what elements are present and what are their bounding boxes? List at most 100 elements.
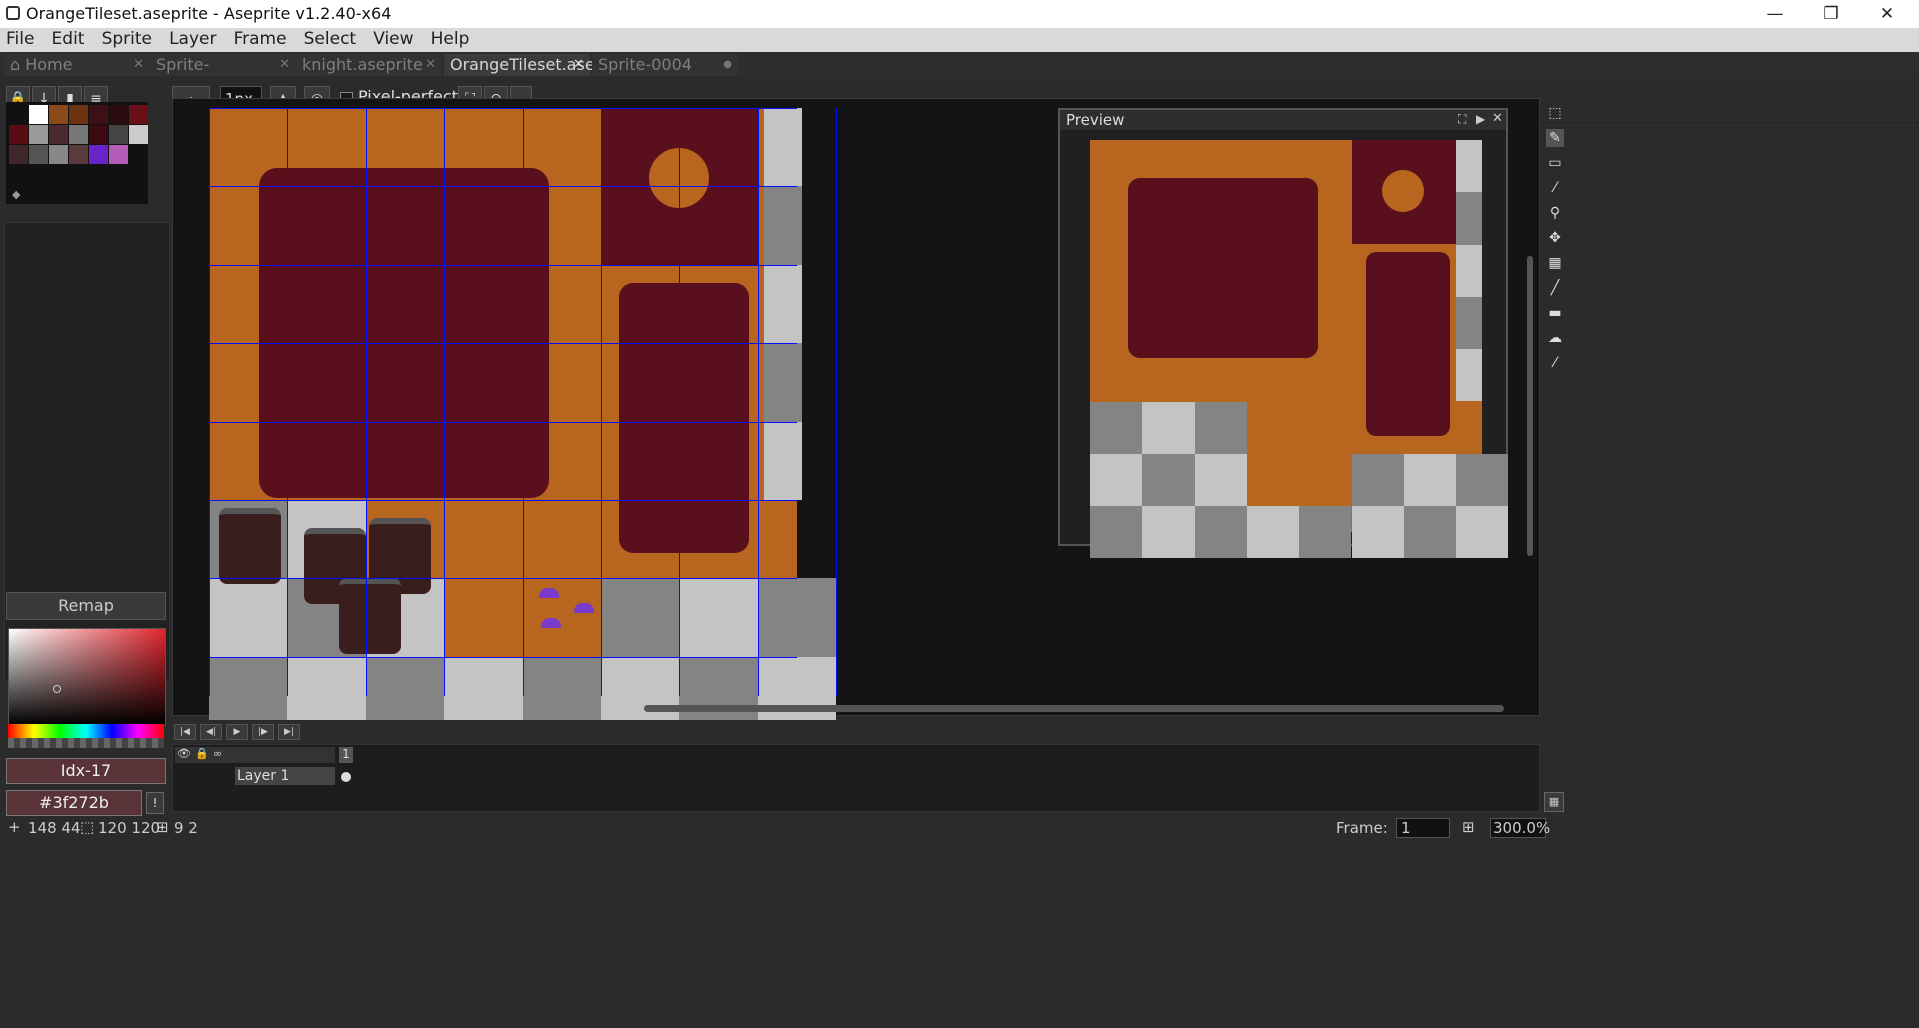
menu-help[interactable]: Help — [425, 28, 476, 49]
next-frame-icon[interactable]: |▶ — [252, 724, 274, 740]
fullscreen-icon[interactable]: ⛶ — [1458, 112, 1466, 127]
menu-select[interactable]: Select — [298, 28, 362, 49]
marquee-tool-icon[interactable]: ⬚ — [1546, 104, 1564, 122]
close-tab-icon[interactable]: ✕ — [279, 54, 290, 76]
pencil-tool-icon[interactable]: ✎ — [1546, 129, 1564, 147]
checker-cell — [1194, 506, 1247, 559]
palette-swatch[interactable] — [109, 125, 128, 144]
sprite-canvas[interactable] — [209, 108, 838, 737]
palette-swatch[interactable] — [129, 105, 148, 124]
palette-swatch[interactable] — [89, 105, 108, 124]
blur-tool-icon[interactable]: ⁄ — [1546, 354, 1564, 372]
palette-swatch[interactable] — [129, 125, 148, 144]
alpha-slider[interactable] — [8, 738, 164, 748]
preview-canvas[interactable] — [1090, 140, 1509, 559]
rectangle-tool-icon[interactable]: ▬ — [1546, 304, 1564, 322]
minimize-button[interactable]: — — [1747, 0, 1803, 28]
timeline-toggle-icon[interactable]: ▦ — [1544, 792, 1564, 812]
timeline-grid: 👁 🔒 ∞ 1 Layer 1 — [172, 744, 1540, 812]
eye-icon[interactable]: 👁 — [177, 747, 191, 760]
checker-cell — [1456, 296, 1482, 350]
palette-swatch[interactable] — [49, 105, 68, 124]
lock-icon[interactable]: 🔒 — [195, 747, 209, 760]
tab-sprite-0004[interactable]: Sprite-0004 ● — [592, 54, 738, 76]
checker-cell — [1090, 506, 1143, 559]
eyedropper-tool-icon[interactable]: ⁄ — [1546, 179, 1564, 197]
checker-cell — [1456, 244, 1482, 297]
palette-swatch[interactable] — [49, 145, 68, 164]
fill-tool-icon[interactable]: ▦ — [1546, 254, 1564, 272]
zoom-field[interactable]: 300.0% — [1490, 818, 1550, 838]
selection-icon: ⬚ — [80, 818, 95, 836]
palette-swatch[interactable] — [29, 145, 48, 164]
zoom-tool-icon[interactable]: ⚲ — [1546, 204, 1564, 222]
hex-color-field[interactable]: #3f272b — [6, 790, 142, 816]
tab-knight[interactable]: knight.aseprite ✕ — [296, 54, 442, 76]
color-palette — [6, 102, 148, 204]
color-spectrum[interactable] — [8, 628, 166, 726]
checker-cell — [1456, 506, 1509, 559]
close-button[interactable]: ✕ — [1859, 0, 1915, 28]
tab-sprite-0001[interactable]: Sprite-0001.asepri ✕ — [150, 54, 296, 96]
frame-header[interactable]: 1 — [339, 747, 353, 763]
palette-resize-icon[interactable]: ◆ — [12, 188, 20, 201]
menu-frame[interactable]: Frame — [228, 28, 293, 49]
checker-cell — [1246, 506, 1300, 559]
palette-swatch[interactable] — [9, 145, 28, 164]
tab-orangetileset[interactable]: OrangeTileset.ase ✕ — [444, 54, 595, 76]
palette-index-field[interactable]: Idx-17 — [6, 758, 166, 784]
mushroom — [574, 603, 594, 613]
frame-field[interactable]: 1 — [1396, 818, 1450, 838]
close-tab-icon[interactable]: ✕ — [425, 54, 436, 76]
menu-edit[interactable]: Edit — [46, 28, 91, 49]
palette-swatch[interactable] — [109, 105, 128, 124]
spectrum-cursor[interactable] — [53, 685, 61, 693]
palette-swatch[interactable] — [49, 125, 68, 144]
play-icon[interactable]: ▶ — [1476, 112, 1485, 126]
new-frame-icon[interactable]: ⊞ — [1462, 818, 1475, 836]
contour-tool-icon[interactable]: ☁ — [1546, 329, 1564, 347]
palette-swatch[interactable] — [9, 125, 28, 144]
link-icon[interactable]: ∞ — [213, 747, 222, 760]
preview-window: Preview ⛶ ▶ ✕ — [1058, 108, 1509, 559]
frame-label: Frame: — [1336, 819, 1388, 837]
vertical-scrollbar[interactable] — [1527, 256, 1533, 556]
cel-dot[interactable] — [341, 772, 351, 782]
app-icon — [6, 6, 20, 20]
menu-sprite[interactable]: Sprite — [96, 28, 158, 49]
palette-swatch[interactable] — [9, 105, 28, 124]
layer-name[interactable]: Layer 1 — [235, 767, 335, 785]
remap-button[interactable]: Remap — [6, 592, 166, 620]
palette-swatch[interactable] — [89, 125, 108, 144]
last-frame-icon[interactable]: ▶| — [278, 724, 300, 740]
play-animation-icon[interactable]: ▶ — [226, 724, 248, 740]
menu-file[interactable]: File — [0, 28, 40, 49]
close-tab-icon[interactable]: ✕ — [133, 54, 144, 76]
grid-line — [209, 500, 797, 501]
checker-cell — [1351, 506, 1404, 559]
dark-patch — [259, 168, 549, 498]
close-preview-icon[interactable]: ✕ — [1492, 111, 1503, 126]
checker-cell — [1142, 453, 1195, 507]
menu-view[interactable]: View — [367, 28, 419, 49]
palette-swatch[interactable] — [29, 105, 48, 124]
prev-frame-icon[interactable]: ◀| — [200, 724, 222, 740]
move-tool-icon[interactable]: ✥ — [1546, 229, 1564, 247]
tab-home[interactable]: ⌂ Home ✕ — [4, 54, 150, 76]
palette-swatch[interactable] — [69, 145, 88, 164]
horizontal-scrollbar[interactable] — [644, 705, 1504, 712]
palette-swatch[interactable] — [69, 105, 88, 124]
first-frame-icon[interactable]: |◀ — [174, 724, 196, 740]
maximize-button[interactable]: ❐ — [1803, 0, 1859, 28]
palette-swatch[interactable] — [69, 125, 88, 144]
menu-layer[interactable]: Layer — [163, 28, 222, 49]
close-tab-icon[interactable]: ✕ — [573, 54, 584, 76]
dark-patch — [619, 283, 749, 553]
line-tool-icon[interactable]: ╱ — [1546, 279, 1564, 297]
hue-slider[interactable] — [8, 724, 164, 738]
palette-swatch[interactable] — [109, 145, 128, 164]
palette-swatch[interactable] — [89, 145, 108, 164]
color-warning-icon[interactable]: ! — [146, 792, 164, 814]
eraser-tool-icon[interactable]: ▭ — [1546, 154, 1564, 172]
palette-swatch[interactable] — [29, 125, 48, 144]
